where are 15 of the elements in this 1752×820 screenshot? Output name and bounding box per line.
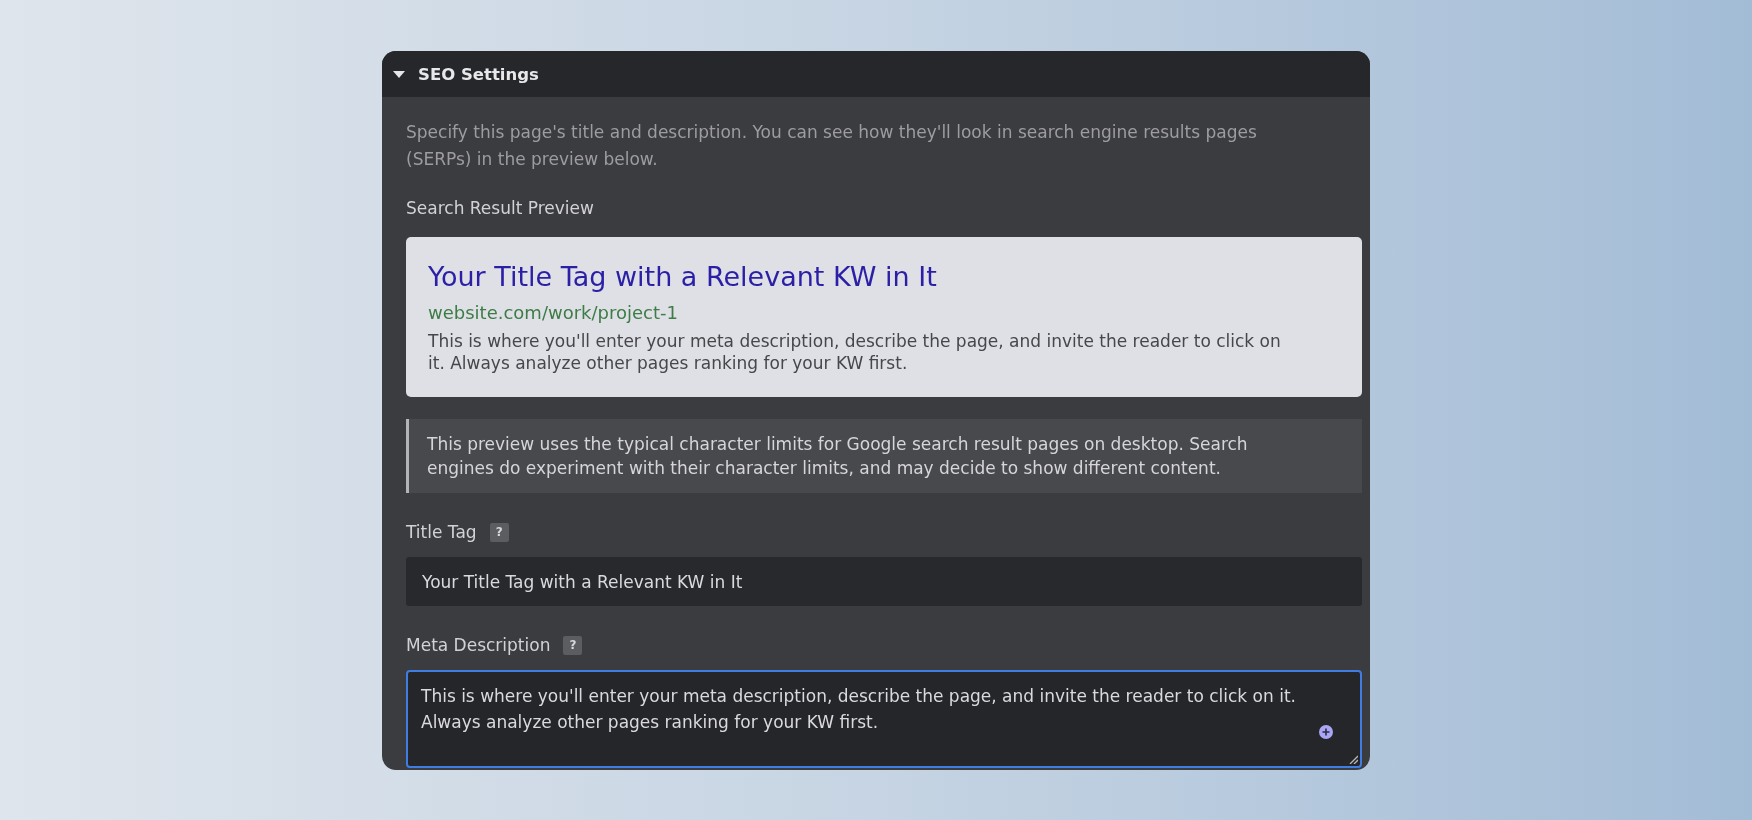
preview-title: Your Title Tag with a Relevant KW in It: [428, 262, 938, 292]
help-button[interactable]: ?: [489, 522, 509, 542]
plus-circle-icon[interactable]: [1319, 725, 1333, 739]
resize-handle-icon[interactable]: [1349, 755, 1358, 764]
section-description: Specify this page's title and description. You can see how they'll look in search engine results pages (SERPs) in the preview below.: [406, 121, 1258, 171]
title-tag-input[interactable]: Your Title Tag with a Relevant KW in It: [406, 557, 1362, 606]
preview-description: This is where you'll enter your meta description, describe the page, and invite the reader to click on it. Always analyze other pages ranking for your KW first.: [428, 330, 1282, 374]
preview-url: website.com/work/project-1: [428, 301, 679, 325]
info-note: This preview uses the typical character limits for Google search result pages on desktop. Search engines do experiment with their character limits, and may decide to show different content.: [406, 419, 1362, 493]
field-label: Title Tag: [406, 521, 477, 544]
section-toggle[interactable]: SEO Settings: [382, 51, 1370, 97]
field-label: Meta Description: [406, 634, 551, 657]
preview-label: Search Result Preview: [406, 197, 595, 220]
meta-description-textarea[interactable]: This is where you'll enter your meta description, describe the page, and invite the reader to click on it. Always analyze other pages ranking for your KW first.: [406, 670, 1362, 768]
help-button[interactable]: ?: [563, 635, 583, 655]
